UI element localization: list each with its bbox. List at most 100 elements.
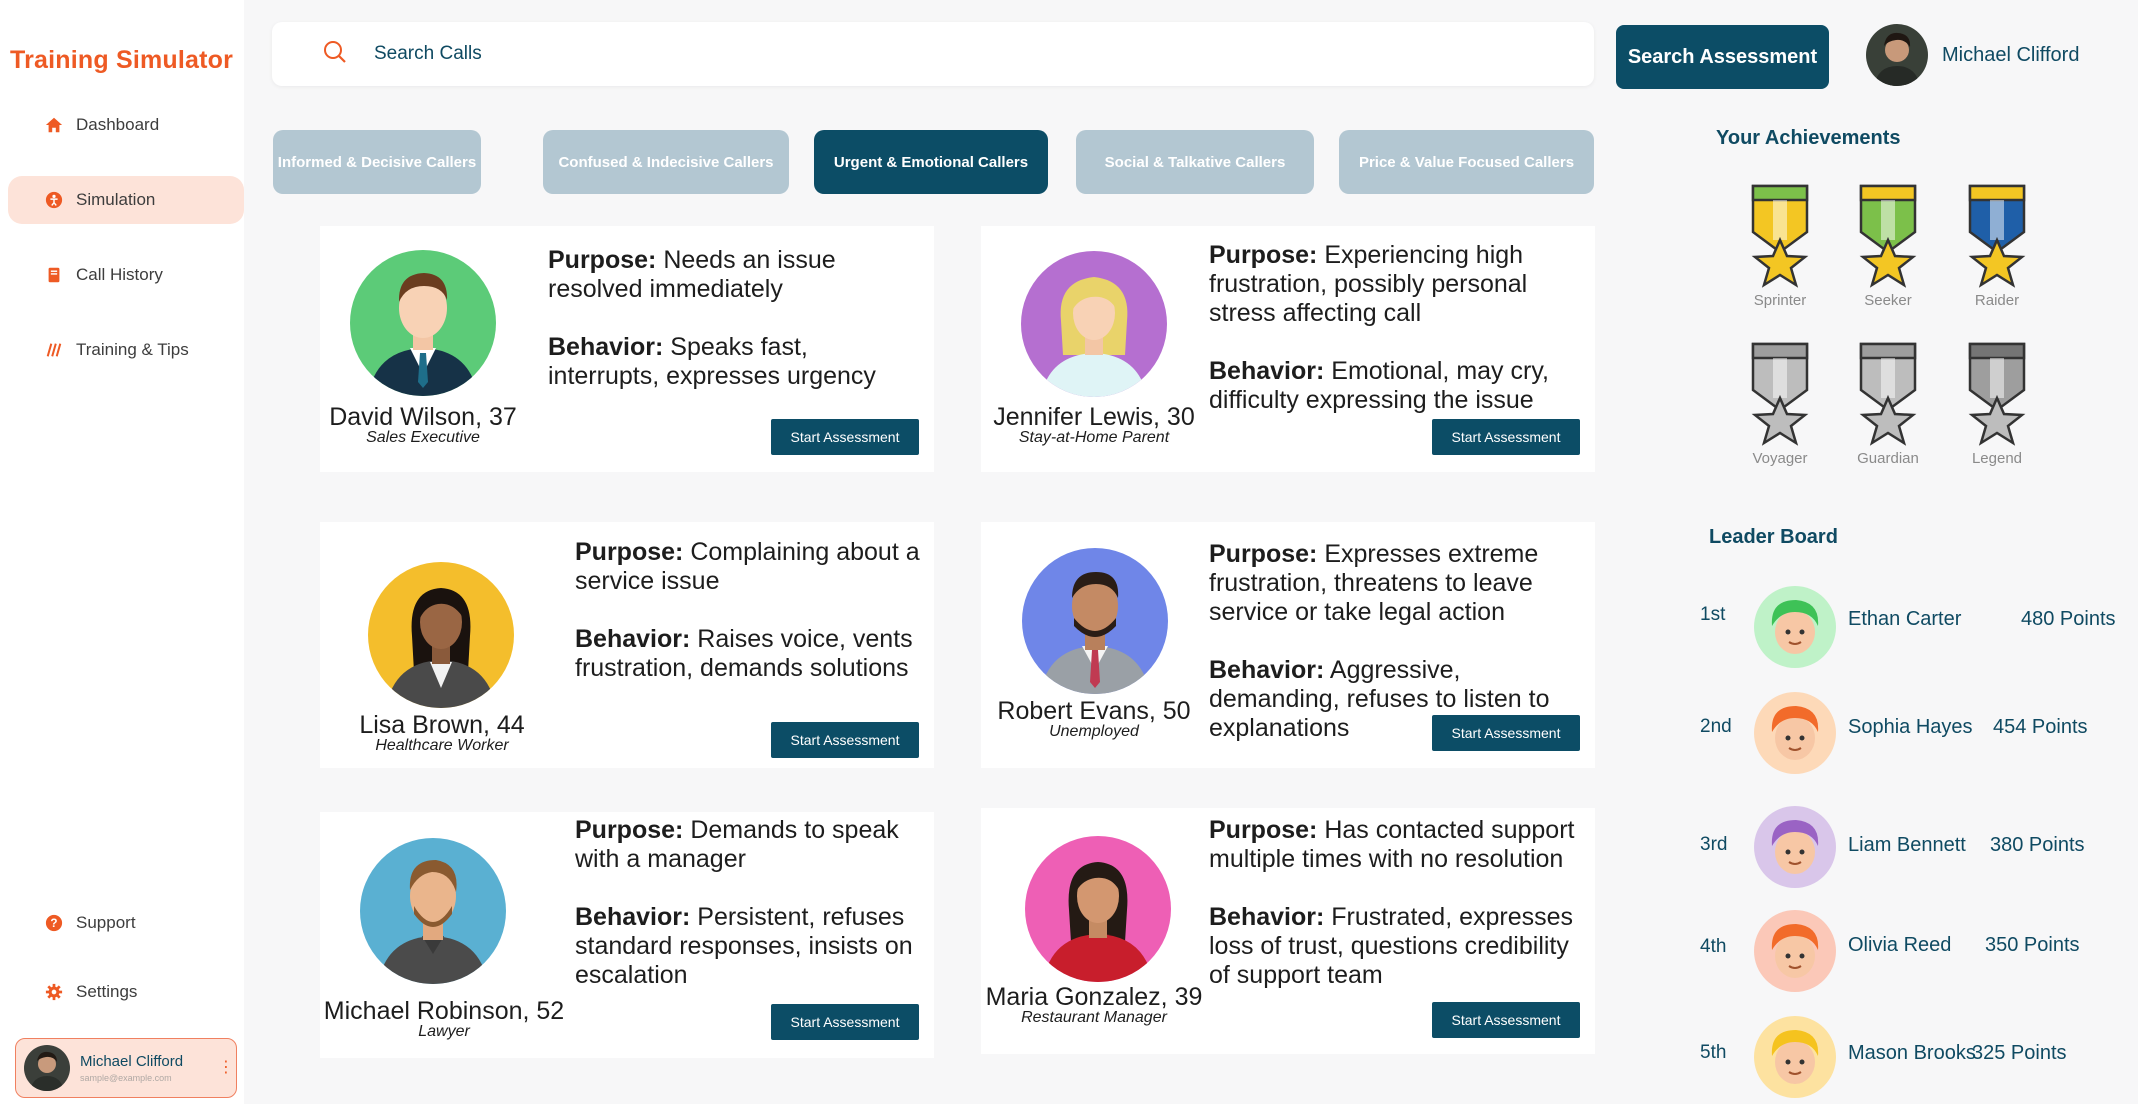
start-assessment-button[interactable]: Start Assessment xyxy=(771,1004,919,1040)
caller-role: Healthcare Worker xyxy=(375,737,509,754)
simulation-icon xyxy=(44,191,64,209)
sidebar-item-label: Support xyxy=(76,913,136,932)
caller-avatar xyxy=(368,562,514,708)
purpose-label: Purpose: xyxy=(1209,816,1318,844)
achievement-medal: Raider xyxy=(1952,180,2042,309)
search-bar xyxy=(272,22,1594,86)
book-icon xyxy=(44,266,64,284)
purpose-label: Purpose: xyxy=(548,246,657,274)
avatar xyxy=(1754,1016,1836,1098)
user-name: Michael Clifford xyxy=(80,1053,184,1070)
purpose-label: Purpose: xyxy=(1209,540,1318,568)
caller-description: Purpose: Needs an issue resolved immedia… xyxy=(548,246,918,391)
leaderboard-name: Sophia Hayes xyxy=(1848,716,1973,738)
sidebar-item-call-history[interactable]: Call History xyxy=(8,251,244,299)
sidebar-user-card[interactable]: Michael Clifford sample@example.com ⋮ xyxy=(15,1038,237,1098)
caller-role: Unemployed xyxy=(1049,723,1139,740)
leaderboard-name: Liam Bennett xyxy=(1848,834,1966,856)
leaderboard-name: Olivia Reed xyxy=(1848,934,1952,956)
avatar xyxy=(1754,692,1836,774)
tab-urgent-emotional[interactable]: Urgent & Emotional Callers xyxy=(814,130,1048,194)
sidebar-item-support[interactable]: ? Support xyxy=(8,899,244,947)
behavior-label: Behavior: xyxy=(1209,357,1325,385)
avatar xyxy=(1866,24,1928,86)
tab-confused-indecisive[interactable]: Confused & Indecisive Callers xyxy=(543,130,789,194)
caller-name: Maria Gonzalez, 39 xyxy=(985,983,1203,1011)
leaderboard-rank: 5th xyxy=(1700,1042,1727,1063)
search-input[interactable] xyxy=(374,43,1374,65)
sidebar-item-dashboard[interactable]: Dashboard xyxy=(8,101,244,149)
achievement-medal: Sprinter xyxy=(1735,180,1825,309)
caller-card: Maria Gonzalez, 39 Restaurant Manager Pu… xyxy=(981,808,1595,1054)
achievement-medal: Legend xyxy=(1952,338,2042,467)
tab-informed-decisive[interactable]: Informed & Decisive Callers xyxy=(273,130,481,194)
start-assessment-button[interactable]: Start Assessment xyxy=(1432,1002,1580,1038)
behavior-label: Behavior: xyxy=(1209,903,1325,931)
purpose-label: Purpose: xyxy=(575,816,684,844)
purpose-label: Purpose: xyxy=(575,538,684,566)
caller-role: Sales Executive xyxy=(366,429,480,446)
more-options-icon[interactable]: ⋮ xyxy=(216,1060,236,1076)
caller-avatar xyxy=(360,838,506,984)
caller-name: Lisa Brown, 44 xyxy=(359,711,525,739)
leaderboard-row: 5th Mason Brooks 325 Points xyxy=(1700,1016,2120,1098)
caller-description: Purpose: Demands to speak with a manager… xyxy=(575,816,925,990)
leaderboard-points: 325 Points xyxy=(1972,1042,2067,1064)
sidebar: Training Simulator Dashboard Simulation … xyxy=(0,0,244,1104)
home-icon xyxy=(44,116,64,134)
caller-avatar xyxy=(1025,836,1171,982)
leaderboard-rank: 1st xyxy=(1700,604,1726,625)
avatar xyxy=(24,1045,70,1091)
leaderboard-points: 480 Points xyxy=(2021,608,2116,630)
caller-name: David Wilson, 37 xyxy=(329,403,517,431)
avatar xyxy=(1754,806,1836,888)
caller-description: Purpose: Expresses extreme frustration, … xyxy=(1209,540,1579,743)
caller-card: David Wilson, 37 Sales Executive Purpose… xyxy=(320,226,934,472)
leaderboard-row: 2nd Sophia Hayes 454 Points xyxy=(1700,692,2120,774)
leaderboard-name: Ethan Carter xyxy=(1848,608,1962,630)
medal-label: Raider xyxy=(1974,292,2020,309)
leaderboard-points: 350 Points xyxy=(1985,934,2080,956)
sidebar-item-label: Settings xyxy=(76,982,138,1001)
sidebar-item-label: Training & Tips xyxy=(76,340,189,359)
sidebar-item-training-tips[interactable]: Training & Tips xyxy=(8,326,244,374)
leaderboard-row: 4th Olivia Reed 350 Points xyxy=(1700,910,2120,992)
leaderboard-row: 3rd Liam Bennett 380 Points xyxy=(1700,806,2120,888)
medal-icon xyxy=(1968,184,2026,288)
caller-role: Lawyer xyxy=(418,1023,470,1040)
leaderboard-rank: 3rd xyxy=(1700,834,1728,855)
medal-label: Voyager xyxy=(1752,450,1808,467)
search-icon[interactable] xyxy=(322,39,348,70)
behavior-label: Behavior: xyxy=(575,903,691,931)
medal-icon xyxy=(1859,184,1917,288)
caller-card: Jennifer Lewis, 30 Stay-at-Home Parent P… xyxy=(981,226,1595,472)
caller-description: Purpose: Complaining about a service iss… xyxy=(575,538,925,683)
caller-description: Purpose: Experiencing high frustration, … xyxy=(1209,241,1579,415)
sidebar-item-settings[interactable]: Settings xyxy=(8,968,244,1016)
caller-card: Lisa Brown, 44 Healthcare Worker Purpose… xyxy=(320,522,934,768)
achievement-medal: Voyager xyxy=(1735,338,1825,467)
start-assessment-button[interactable]: Start Assessment xyxy=(771,419,919,455)
behavior-label: Behavior: xyxy=(575,625,691,653)
caller-role: Restaurant Manager xyxy=(1021,1009,1167,1026)
caller-card: Michael Robinson, 52 Lawyer Purpose: Dem… xyxy=(320,812,934,1058)
start-assessment-button[interactable]: Start Assessment xyxy=(771,722,919,758)
tab-price-value[interactable]: Price & Value Focused Callers xyxy=(1339,130,1594,194)
gear-icon xyxy=(44,983,64,1001)
tab-social-talkative[interactable]: Social & Talkative Callers xyxy=(1076,130,1314,194)
caller-avatar xyxy=(1021,251,1167,397)
caller-name: Jennifer Lewis, 30 xyxy=(993,403,1195,431)
sidebar-item-label: Dashboard xyxy=(76,115,160,134)
start-assessment-button[interactable]: Start Assessment xyxy=(1432,715,1580,751)
medal-icon xyxy=(1751,342,1809,446)
medal-label: Guardian xyxy=(1857,450,1919,467)
top-user-profile[interactable]: Michael Clifford xyxy=(1866,24,2079,86)
app-title: Training Simulator xyxy=(10,46,234,74)
user-email: sample@example.com xyxy=(80,1073,172,1083)
search-assessment-button[interactable]: Search Assessment xyxy=(1616,25,1829,89)
leaderboard-points: 380 Points xyxy=(1990,834,2085,856)
start-assessment-button[interactable]: Start Assessment xyxy=(1432,419,1580,455)
medal-icon xyxy=(1968,342,2026,446)
sidebar-item-simulation[interactable]: Simulation xyxy=(8,176,244,224)
medal-label: Sprinter xyxy=(1753,292,1807,309)
